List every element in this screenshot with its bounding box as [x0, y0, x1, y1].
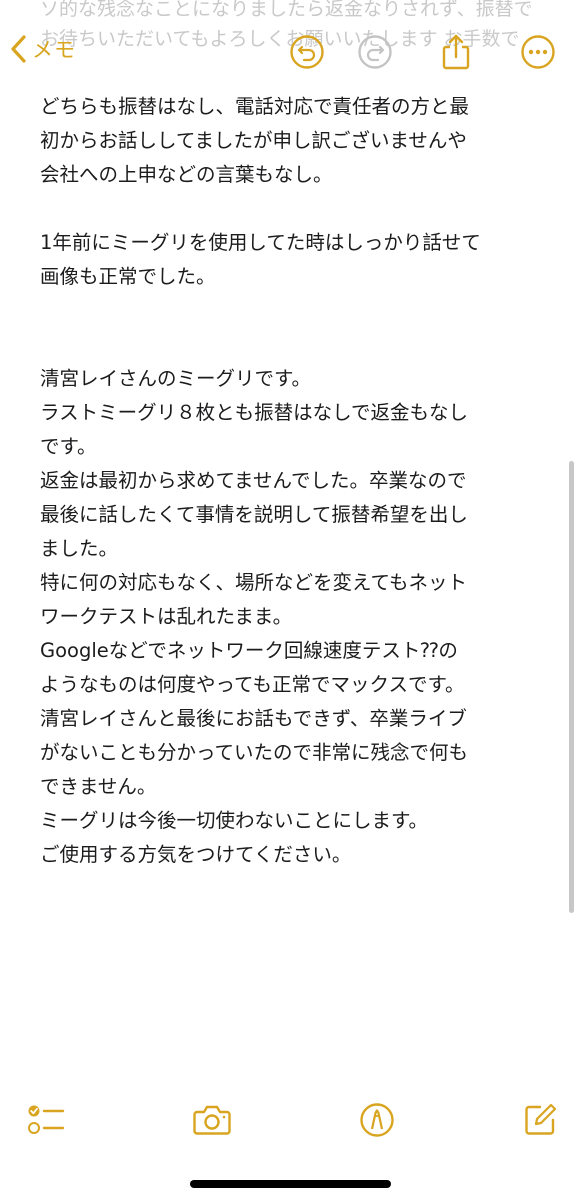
- note-line: 清宮レイさんと最後にお話もできず、卒業ライブ: [40, 707, 467, 730]
- note-line: です。: [40, 435, 97, 458]
- compose-icon: [525, 1103, 557, 1135]
- note-line: ました。: [40, 537, 119, 560]
- compose-button[interactable]: [518, 1098, 562, 1142]
- bottom-toolbar: [0, 1090, 581, 1150]
- camera-button[interactable]: [190, 1098, 234, 1142]
- back-button[interactable]: メモ: [10, 34, 76, 64]
- scroll-indicator[interactable]: [569, 461, 574, 913]
- note-line: 特に何の対応もなく、場所などを変えてもネット: [40, 571, 468, 594]
- note-lines: どちらも振替はなし、電話対応で責任者の方と最 初からお話ししてましたが申し訳ござい…: [40, 90, 560, 872]
- note-line: ご使用する方気をつけてください。: [40, 843, 352, 866]
- note-line: 最後に話したくて事情を説明して振替希望を出し: [40, 503, 468, 526]
- note-line: できません。: [40, 775, 157, 798]
- camera-icon: [193, 1105, 231, 1135]
- note-line: 1年前にミーグリを使用してた時はしっかり話せて: [40, 231, 481, 254]
- note-line: 会社への上申などの言葉もなし。: [40, 163, 333, 186]
- note-line: 初からお話ししてましたが申し訳ございませんや: [40, 129, 467, 152]
- note-body[interactable]: どちらも振替はなし、電話対応で責任者の方と最 初からお話ししてましたが申し訳ござい…: [40, 90, 560, 872]
- note-line: Googleなどでネットワーク回線速度テスト⁇の: [40, 639, 458, 662]
- chevron-left-icon: [11, 35, 26, 63]
- undo-icon: [290, 35, 324, 69]
- markup-pen-icon: [360, 1103, 394, 1137]
- note-line: 返金は最初から求めてませんでした。卒業なので: [40, 469, 467, 492]
- note-line: ミーグリは今後一切使わないことにします。: [40, 809, 429, 832]
- checklist-button[interactable]: [24, 1098, 68, 1142]
- share-button[interactable]: [436, 32, 476, 72]
- share-icon: [442, 34, 470, 70]
- checklist-icon: [28, 1105, 65, 1134]
- note-line: ラストミーグリ８枚とも振替はなしで返金もなし: [40, 401, 469, 424]
- undo-button[interactable]: [287, 32, 327, 72]
- redo-icon: [358, 35, 392, 69]
- note-line: がないことも分かっていたので非常に残念で何も: [40, 741, 469, 764]
- note-line: ワークテストは乱れたまま。: [40, 605, 293, 628]
- note-line: ようなものは何度やっても正常でマックスです。: [40, 673, 465, 696]
- note-line: 画像も正常でした。: [40, 265, 216, 288]
- ellipsis-icon: [521, 35, 555, 69]
- navigation-bar: メモ: [0, 0, 581, 96]
- more-button[interactable]: [518, 32, 558, 72]
- markup-button[interactable]: [355, 1098, 399, 1142]
- note-line: 清宮レイさんのミーグリです。: [40, 367, 312, 390]
- home-indicator: [190, 1180, 391, 1188]
- back-label: メモ: [32, 38, 76, 62]
- redo-button[interactable]: [355, 32, 395, 72]
